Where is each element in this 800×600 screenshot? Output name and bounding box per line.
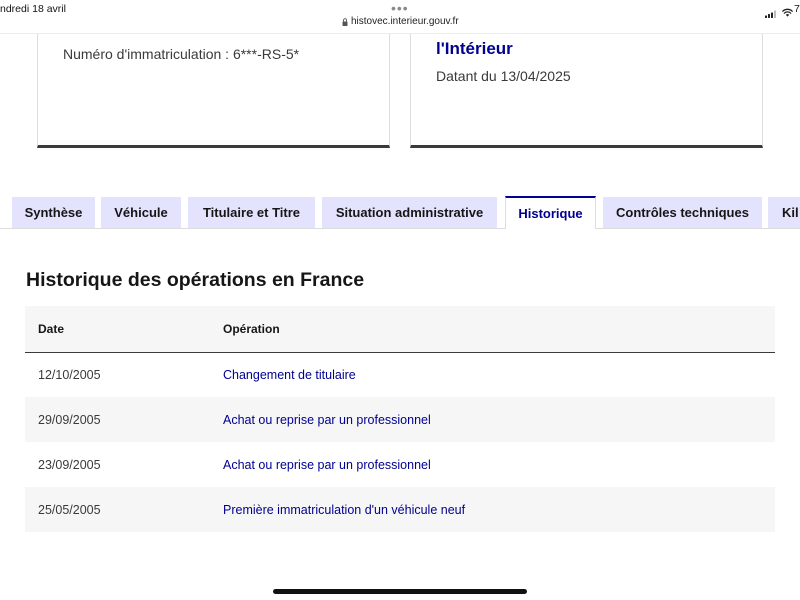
- tab-label: Historique: [518, 205, 583, 221]
- page: ndredi 18 avril ••• histovec.interieur.g…: [0, 0, 800, 600]
- lock-icon: [342, 18, 348, 26]
- operation-label: Changement de titulaire: [223, 367, 356, 382]
- operation-date: 29/09/2005: [25, 397, 210, 442]
- tab-list: Synthèse Véhicule Titulaire et Titre Sit…: [0, 196, 800, 229]
- status-bar: ndredi 18 avril ••• histovec.interieur.g…: [0, 0, 800, 34]
- tab-situation-administrative[interactable]: Situation administrative: [322, 197, 497, 228]
- multitasking-dots-button[interactable]: •••: [391, 1, 409, 15]
- tab-label: Synthèse: [24, 205, 83, 220]
- tab-label: Contrôles techniques: [616, 205, 749, 220]
- table-row: 12/10/2005 Changement de titulaire: [25, 352, 775, 397]
- history-table: Date Opération 12/10/2005 Changement de …: [25, 306, 775, 532]
- wifi-icon: [782, 4, 793, 17]
- source-date: Datant du 13/04/2025: [436, 68, 571, 84]
- operation-label: Achat ou reprise par un professionnel: [210, 397, 775, 442]
- table-header-row: Date Opération: [25, 306, 775, 353]
- signal-icon: [765, 5, 777, 18]
- tab-titulaire-et-titre[interactable]: Titulaire et Titre: [188, 197, 315, 228]
- tab-label: Véhicule: [114, 205, 168, 220]
- tab-label: Kil: [782, 205, 799, 220]
- address-bar[interactable]: histovec.interieur.gouv.fr: [342, 16, 459, 28]
- table-row: 29/09/2005 Achat ou reprise par un profe…: [25, 397, 775, 442]
- table-row: 23/09/2005 Achat ou reprise par un profe…: [25, 442, 775, 487]
- column-header-date: Date: [25, 306, 210, 353]
- battery-percentage: 7: [794, 3, 800, 15]
- registration-number: Numéro d'immatriculation : 6***-RS-5*: [63, 46, 300, 62]
- tab-kil[interactable]: Kil: [768, 197, 800, 228]
- operation-date: 23/09/2005: [38, 457, 101, 472]
- source-title: l'Intérieur: [436, 39, 513, 58]
- column-header-operation: Opération: [210, 306, 775, 353]
- home-indicator[interactable]: [273, 589, 527, 594]
- operation-label: Achat ou reprise par un professionnel: [223, 457, 431, 472]
- tab-historique[interactable]: Historique: [505, 196, 596, 229]
- registration-card: Numéro d'immatriculation : 6***-RS-5*: [37, 34, 390, 148]
- table-row: 25/05/2005 Première immatriculation d'un…: [25, 487, 775, 532]
- history-table-head: Date Opération: [25, 306, 775, 353]
- tab-label: Situation administrative: [335, 205, 484, 220]
- operation-label: Première immatriculation d'un véhicule n…: [210, 487, 775, 532]
- tab-controles-techniques[interactable]: Contrôles techniques: [603, 197, 762, 228]
- source-card: l'Intérieur Datant du 13/04/2025: [410, 34, 763, 148]
- tab-label: Titulaire et Titre: [202, 205, 301, 220]
- operation-date: 25/05/2005: [25, 487, 210, 532]
- tab-synthese[interactable]: Synthèse: [12, 197, 95, 228]
- operation-date: 12/10/2005: [38, 367, 101, 382]
- status-date: ndredi 18 avril: [0, 3, 66, 15]
- history-heading: Historique des opérations en France: [26, 269, 365, 291]
- history-table-body: 12/10/2005 Changement de titulaire 29/09…: [25, 352, 775, 532]
- url-text: histovec.interieur.gouv.fr: [351, 16, 459, 27]
- tab-vehicule[interactable]: Véhicule: [101, 197, 181, 228]
